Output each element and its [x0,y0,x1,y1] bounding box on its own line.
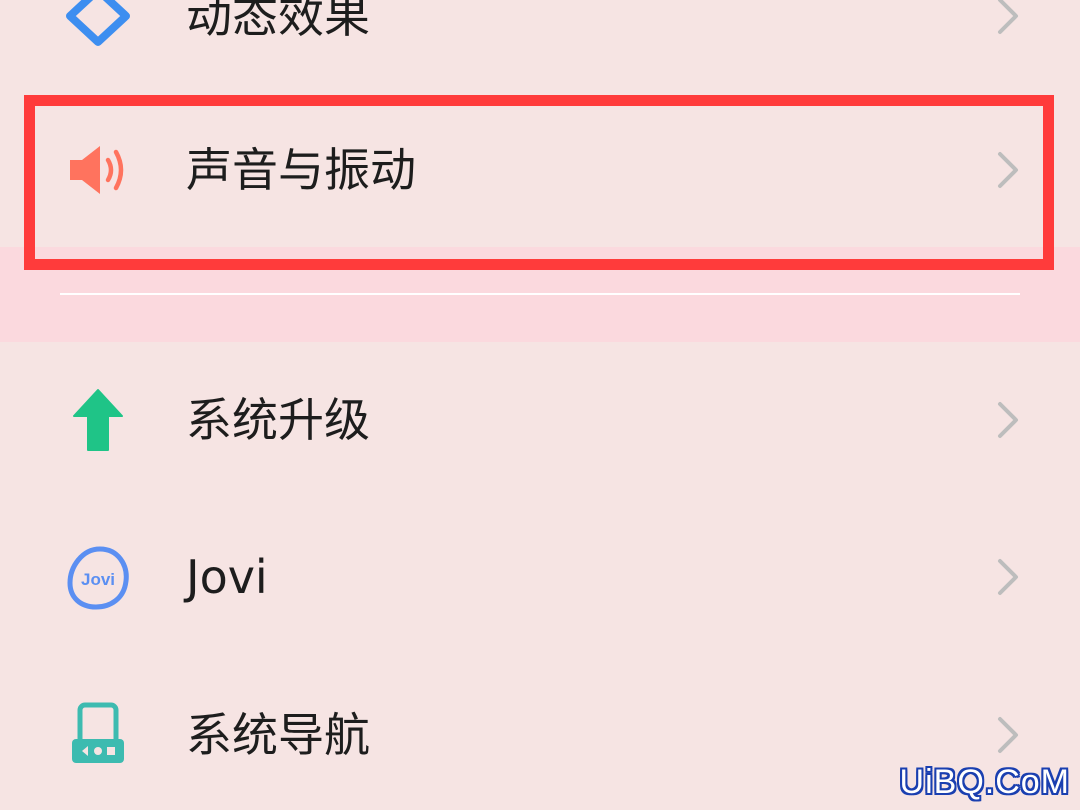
jovi-icon-text: Jovi [81,570,115,589]
settings-item-motion-effects[interactable]: 动态效果 [0,0,1080,91]
jovi-icon: Jovi [62,541,134,613]
settings-item-label: Jovi [186,550,268,604]
watermark-text: UiBQ.CoM [899,763,1070,801]
settings-item-label: 系统导航 [186,708,370,762]
settings-item-label: 系统升级 [186,393,370,447]
chevron-right-icon [990,0,1026,36]
speaker-icon [62,134,134,206]
settings-item-label: 声音与振动 [186,143,416,197]
motion-effects-icon [62,0,134,52]
chevron-right-icon [990,400,1026,440]
phone-navigation-icon [62,699,134,771]
section-divider [60,293,1020,295]
chevron-right-icon [990,150,1026,190]
settings-item-label: 动态效果 [186,0,370,43]
chevron-right-icon [990,715,1026,755]
settings-item-system-upgrade[interactable]: 系统升级 [0,345,1080,495]
chevron-right-icon [990,557,1026,597]
settings-item-jovi[interactable]: Jovi Jovi [0,502,1080,652]
settings-item-sound-vibration[interactable]: 声音与振动 [0,95,1080,245]
arrow-up-icon [62,384,134,456]
